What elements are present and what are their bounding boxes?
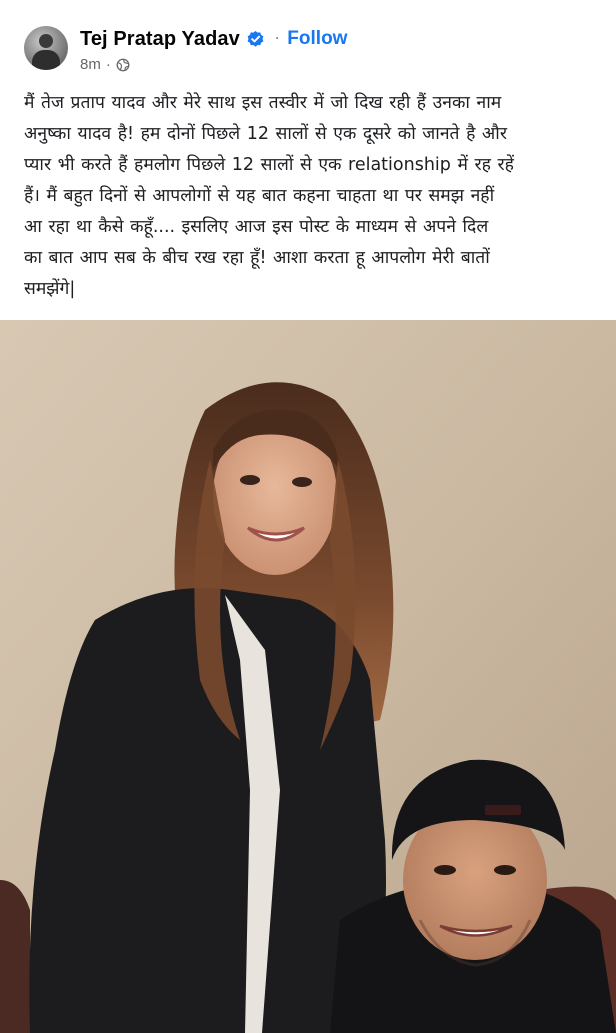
photo-man-eye-right [494,865,516,875]
caption-line: प्यार भी करते हैं हमलोग पिछले 12 सालों स… [24,155,514,175]
photo-woman-eye-right [292,477,312,487]
avatar[interactable] [24,26,68,70]
photo-illustration [0,320,616,1033]
photo-chair-left [0,880,30,1033]
caption-line: अनुष्का यादव है! हम दोनों पिछले 12 सालों… [24,124,507,144]
caption-line: हैं। मैं बहुत दिनों से आपलोगों से यह बात… [24,186,495,206]
meta-separator: · [105,56,111,73]
follow-button[interactable]: Follow [287,28,347,50]
photo-man-beanie-label [485,805,521,815]
globe-icon[interactable] [116,58,130,72]
verified-badge-icon [247,30,264,47]
caption-line: समझेंगे| [24,279,76,299]
post-meta: 8m · [80,56,130,73]
photo-woman-eye-left [240,475,260,485]
caption-line: का बात आप सब के बीच रख रहा हूँ! आशा करता… [24,248,490,268]
photo-man-eye-left [434,865,456,875]
caption-line: आ रहा था कैसे कहूँ.... इसलिए आज इस पोस्ट… [24,217,489,237]
post-timestamp[interactable]: 8m [80,56,101,73]
post-caption: मैं तेज प्रताप यादव और मेरे साथ इस तस्वी… [24,88,596,305]
author-name[interactable]: Tej Pratap Yadav [80,28,240,51]
avatar-head-shape [39,34,53,48]
author-row: Tej Pratap Yadav · Follow [80,27,347,51]
post-photo[interactable] [0,320,616,1033]
facebook-post: Tej Pratap Yadav · Follow 8m · मैं तेज प… [0,0,616,1033]
caption-line: मैं तेज प्रताप यादव और मेरे साथ इस तस्वी… [24,93,502,113]
avatar-body-shape [32,50,60,70]
header-separator: · [274,31,280,47]
post-header: Tej Pratap Yadav · Follow 8m · [0,0,616,86]
